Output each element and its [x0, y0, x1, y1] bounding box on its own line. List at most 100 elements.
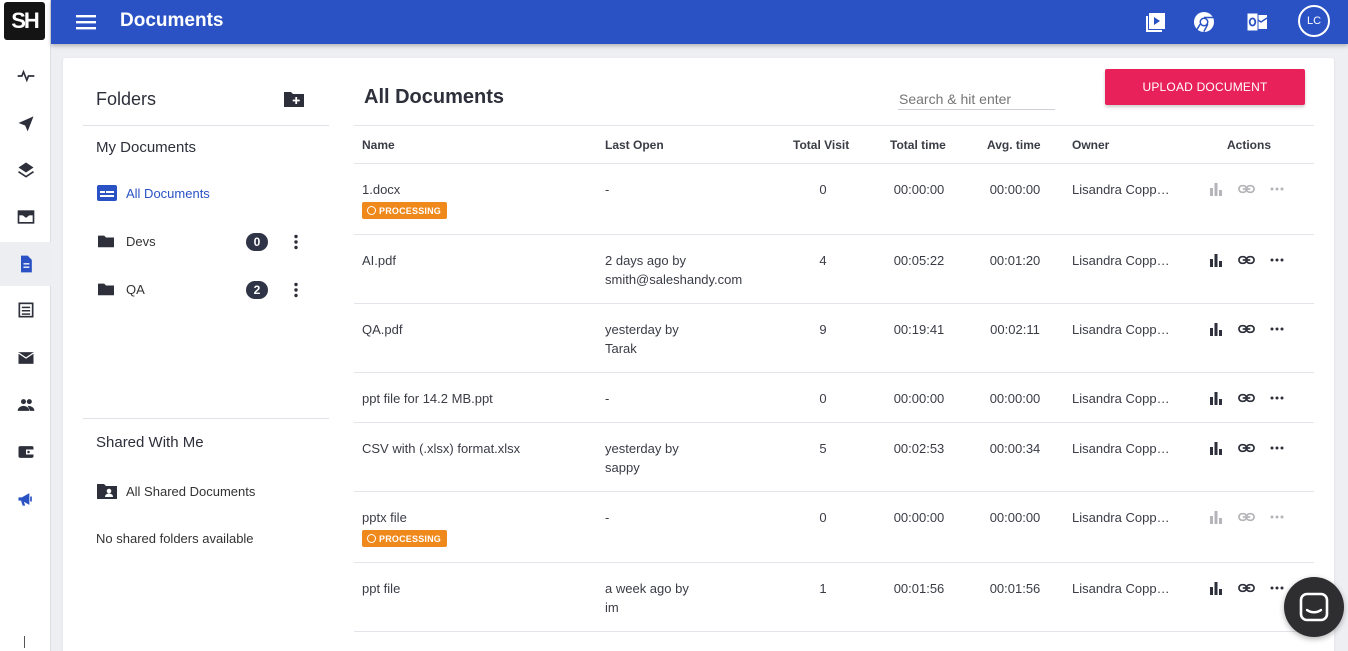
left-rail: SH	[0, 0, 51, 651]
folder-item-devs[interactable]: Devs	[96, 230, 156, 252]
total-visit: 5	[819, 441, 827, 456]
last-open-user: Tarak	[605, 341, 637, 356]
table-row[interactable]: 1.docx PROCESSING - 0 00:00:00 00:00:00 …	[354, 164, 1314, 235]
document-name[interactable]: ppt file for 14.2 MB.ppt	[362, 391, 493, 406]
total-time: 00:02:53	[893, 441, 945, 456]
activity-icon[interactable]	[0, 54, 51, 98]
folder-label: QA	[126, 281, 145, 297]
link-icon[interactable]	[1237, 508, 1255, 526]
table-row[interactable]: CSV with (.xlsx) format.xlsx yesterday b…	[354, 423, 1314, 492]
last-open-text: yesterday by	[605, 441, 679, 456]
document-name[interactable]: CSV with (.xlsx) format.xlsx	[362, 441, 520, 456]
table-row[interactable]: AI.pdf 2 days ago by smith@saleshandy.com…	[354, 235, 1314, 304]
document-name[interactable]: QA.pdf	[362, 322, 402, 337]
folder-item-qa[interactable]: QA	[96, 278, 145, 300]
table-row[interactable]: pptx file PROCESSING - 0 00:00:00 00:00:…	[354, 492, 1314, 563]
total-time: 00:00:00	[893, 182, 945, 197]
avg-time: 00:00:00	[989, 391, 1041, 406]
last-open-text: yesterday by	[605, 322, 679, 337]
owner: Lisandra Coppersmith	[1072, 391, 1176, 406]
table-row[interactable]: QA.pdf yesterday by Tarak 9 00:19:41 00:0…	[354, 304, 1314, 373]
more-options-icon[interactable]	[1268, 508, 1286, 526]
all-documents-link[interactable]: All Documents	[96, 182, 210, 204]
inbox-icon[interactable]	[0, 195, 51, 239]
folder-icon	[96, 280, 118, 298]
link-icon[interactable]	[1237, 579, 1255, 597]
all-shared-documents-label: All Shared Documents	[126, 483, 256, 499]
shared-with-me-label: Shared With Me	[96, 434, 204, 451]
total-time: 00:00:00	[893, 391, 945, 406]
owner: Lisandra Coppersmith	[1072, 441, 1176, 456]
chat-support-button[interactable]	[1284, 577, 1344, 637]
table-row[interactable]: ppt file for 14.2 MB.ppt - 0 00:00:00 00…	[354, 373, 1314, 423]
folder-menu-icon[interactable]	[293, 281, 299, 299]
upload-document-button[interactable]: UPLOAD DOCUMENT	[1105, 69, 1305, 105]
column-header-name[interactable]: Name	[362, 138, 395, 152]
more-options-icon[interactable]	[1268, 389, 1286, 407]
last-open: -	[605, 508, 609, 527]
link-icon[interactable]	[1237, 389, 1255, 407]
document-icon[interactable]	[0, 242, 51, 286]
more-options-icon[interactable]	[1268, 251, 1286, 269]
more-options-icon[interactable]	[1268, 579, 1286, 597]
layers-icon[interactable]	[0, 148, 51, 192]
analytics-icon[interactable]	[1207, 389, 1225, 407]
more-options-icon[interactable]	[1268, 180, 1286, 198]
total-visit: 0	[819, 510, 827, 525]
avg-time: 00:01:56	[989, 581, 1041, 596]
all-shared-documents-link[interactable]: All Shared Documents	[96, 480, 255, 502]
link-icon[interactable]	[1237, 439, 1255, 457]
video-tutorial-icon[interactable]	[1144, 10, 1168, 34]
wallet-icon[interactable]	[0, 430, 51, 474]
spinner-icon	[367, 534, 376, 543]
analytics-icon[interactable]	[1207, 579, 1225, 597]
link-icon[interactable]	[1237, 251, 1255, 269]
document-name[interactable]: ppt file	[362, 581, 400, 596]
column-header-owner[interactable]: Owner	[1072, 138, 1109, 152]
analytics-icon[interactable]	[1207, 251, 1225, 269]
more-options-icon[interactable]	[1268, 320, 1286, 338]
analytics-icon[interactable]	[1207, 508, 1225, 526]
folder-label: Devs	[126, 233, 156, 249]
column-header-last-open[interactable]: Last Open	[605, 138, 664, 152]
document-name[interactable]: 1.docx	[362, 182, 400, 197]
document-name[interactable]: pptx file	[362, 510, 407, 525]
send-icon[interactable]	[0, 101, 51, 145]
all-documents-icon	[96, 184, 118, 202]
mail-icon[interactable]	[0, 336, 51, 380]
user-avatar[interactable]: LC	[1298, 5, 1330, 37]
folder-count-badge: 2	[246, 281, 268, 299]
last-open-text: -	[605, 391, 610, 406]
link-icon[interactable]	[1237, 320, 1255, 338]
search-input[interactable]	[898, 88, 1055, 110]
outlook-icon[interactable]	[1245, 10, 1269, 34]
owner: Lisandra Coppersmith	[1072, 510, 1176, 525]
people-icon[interactable]	[0, 383, 51, 427]
add-folder-icon[interactable]	[283, 89, 305, 109]
app-logo[interactable]: SH	[4, 2, 45, 40]
chrome-icon[interactable]	[1192, 10, 1216, 34]
column-header-avg-time[interactable]: Avg. time	[987, 138, 1041, 152]
row-actions	[1204, 579, 1294, 597]
more-options-icon[interactable]	[1268, 439, 1286, 457]
column-header-total-time[interactable]: Total time	[890, 138, 946, 152]
analytics-icon[interactable]	[1207, 439, 1225, 457]
total-visit: 0	[819, 182, 827, 197]
row-actions	[1204, 320, 1294, 338]
table-header: Name Last Open Total Visit Total time Av…	[354, 125, 1314, 164]
link-icon[interactable]	[1237, 180, 1255, 198]
menu-icon[interactable]	[76, 12, 96, 32]
document-name[interactable]: AI.pdf	[362, 253, 396, 268]
list-icon[interactable]	[0, 288, 51, 332]
main-card: Folders My Documents All Documents Devs …	[63, 58, 1334, 651]
folder-icon	[96, 232, 118, 250]
last-open: yesterday by sappy	[605, 439, 679, 477]
folder-menu-icon[interactable]	[293, 233, 299, 251]
analytics-icon[interactable]	[1207, 320, 1225, 338]
analytics-icon[interactable]	[1207, 180, 1225, 198]
megaphone-icon[interactable]	[0, 477, 51, 521]
no-shared-folders-text: No shared folders available	[96, 531, 254, 546]
table-row[interactable]: ppt file a week ago by im 1 00:01:56 00:0…	[354, 563, 1314, 632]
total-time: 00:01:56	[893, 581, 945, 596]
column-header-total-visit[interactable]: Total Visit	[793, 138, 849, 152]
